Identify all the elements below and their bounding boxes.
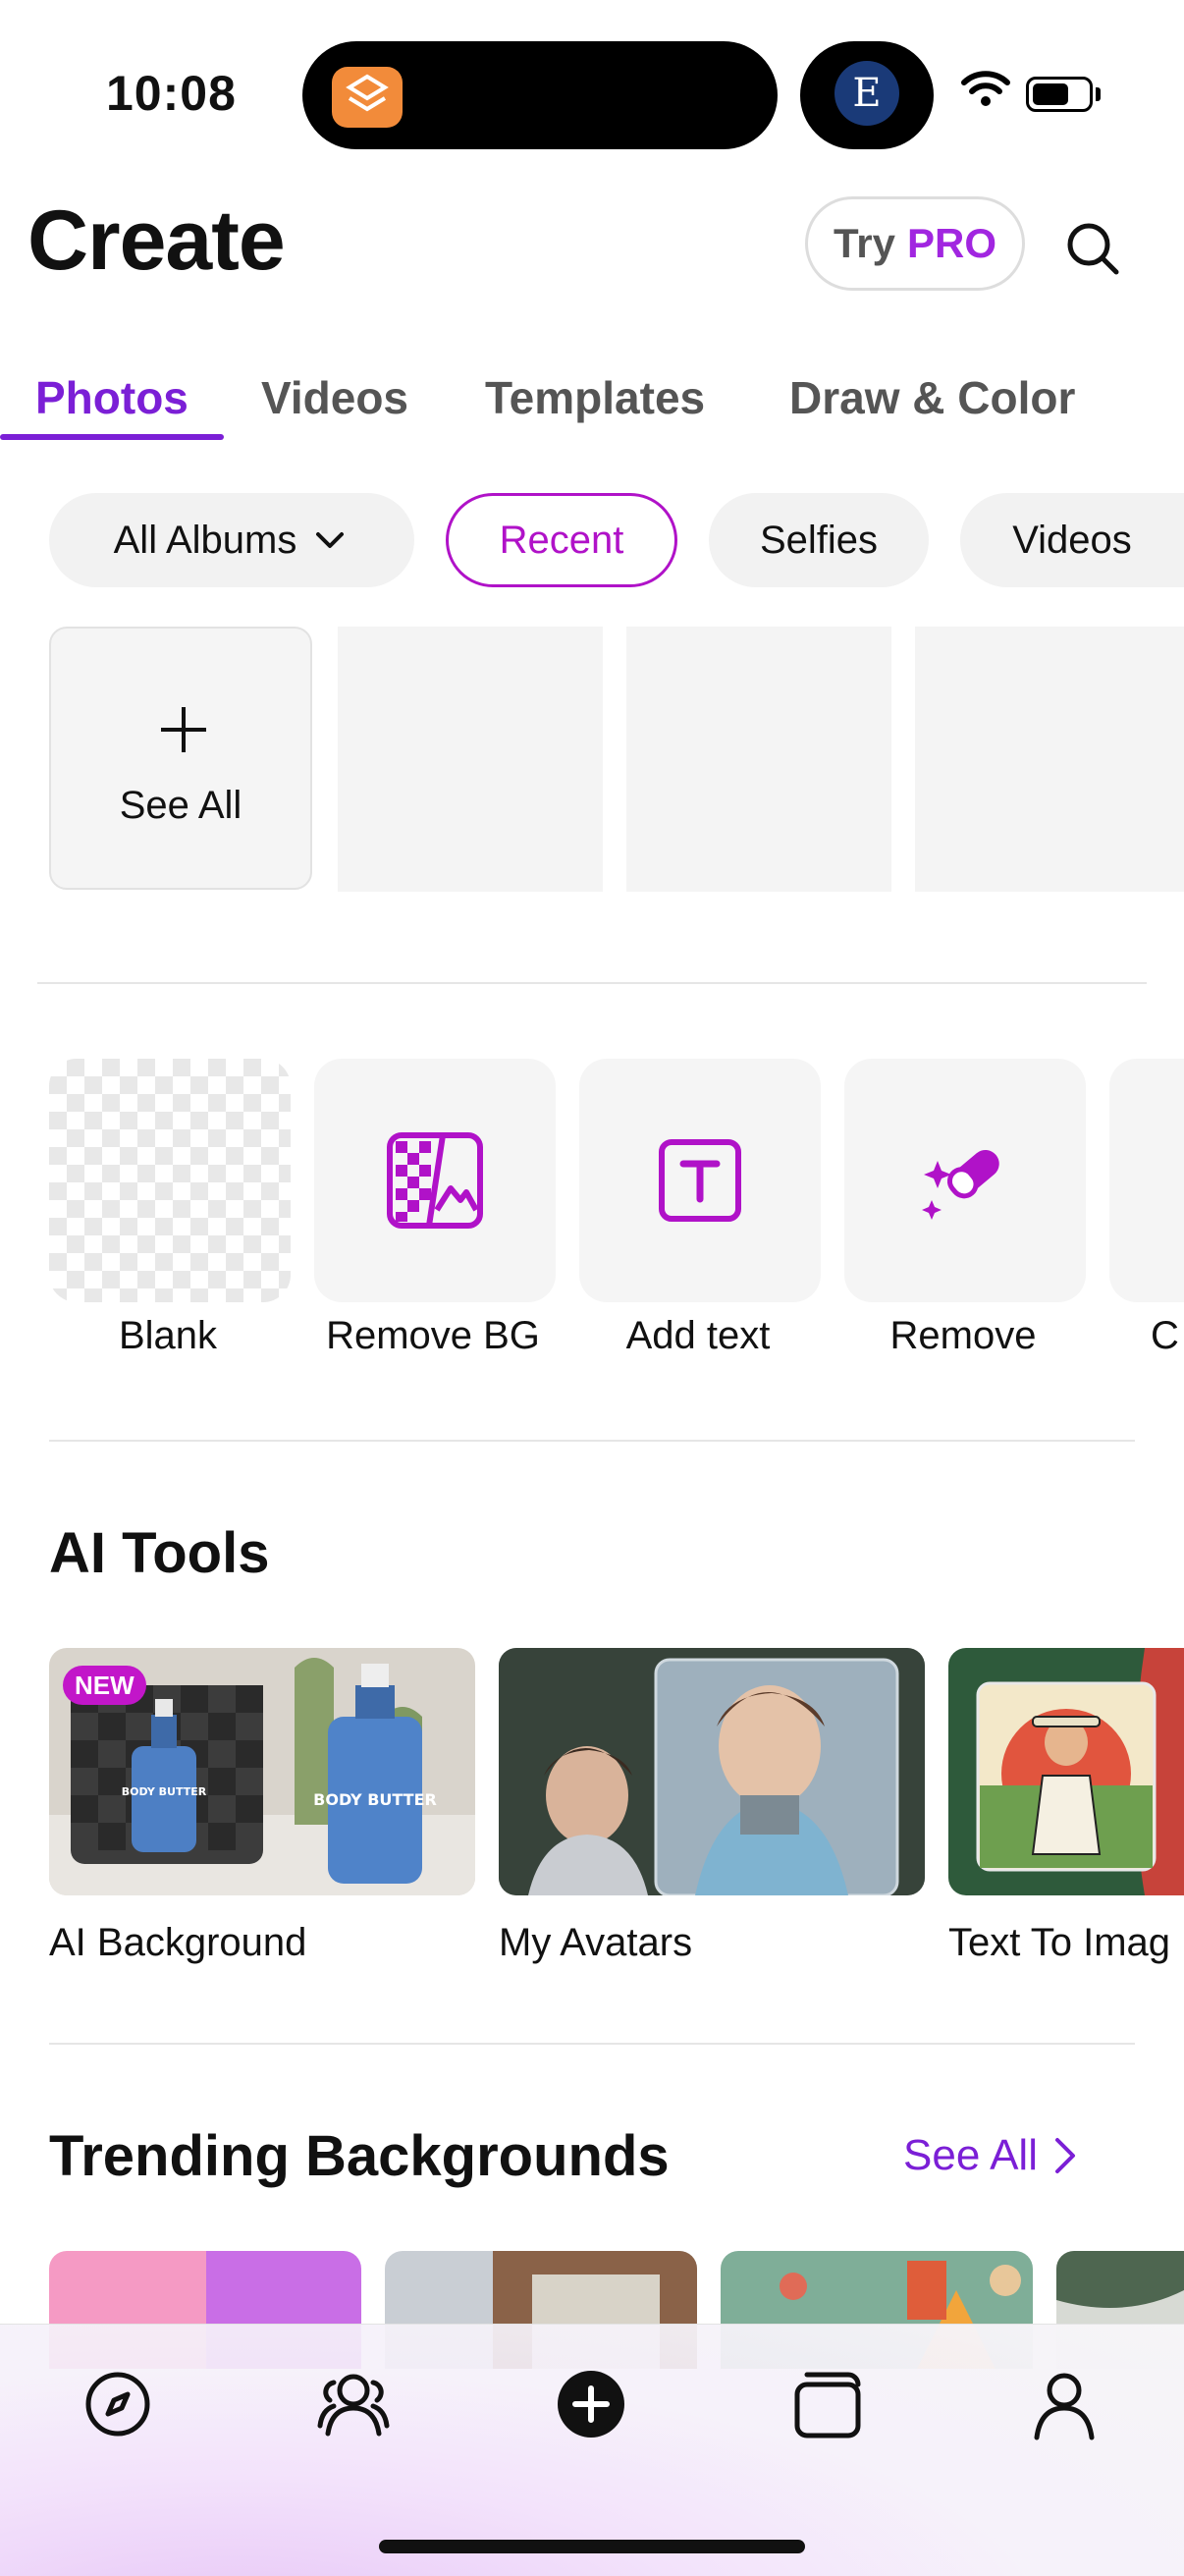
eraser-sparkle-icon [922,1150,999,1220]
album-art-icon: E [834,61,899,126]
see-all-tile[interactable]: See All [49,627,312,890]
battery-tip [1096,87,1101,101]
recent-photo-thumbnail[interactable] [338,627,603,892]
section-title-trending-backgrounds: Trending Backgrounds [49,2124,670,2188]
product-label-text: BODY BUTTER [122,1785,207,1798]
recent-photo-thumbnail[interactable] [626,627,891,892]
section-title-ai-tools: AI Tools [49,1521,270,1585]
status-time: 10:08 [106,66,237,121]
pro-label: PRO [907,220,997,266]
wifi-icon [960,69,1011,113]
chevron-down-icon [316,532,345,548]
more-tool-tile[interactable] [1109,1059,1184,1302]
blank-tool-tile[interactable] [49,1059,291,1302]
remove-bg-icon [387,1132,483,1229]
projects-icon[interactable] [785,2363,868,2445]
profile-icon[interactable] [1023,2363,1105,2445]
remove-tool-tile[interactable] [844,1059,1086,1302]
tab-templates[interactable]: Templates [485,371,705,424]
chip-videos[interactable]: Videos [960,493,1184,587]
chip-all-albums[interactable]: All Albums [49,493,414,587]
see-all-link-label: See All [903,2131,1038,2179]
search-icon[interactable] [1058,214,1129,285]
recent-photo-thumbnail[interactable] [915,627,1184,892]
tab-photos[interactable]: Photos [35,371,188,424]
create-icon[interactable] [550,2363,632,2445]
try-label: Try [833,220,896,266]
tool-label: Blank [118,1314,218,1357]
see-all-label: See All [119,784,242,827]
tab-videos[interactable]: Videos [261,371,408,424]
active-tab-indicator [0,434,224,440]
divider [49,1440,1135,1442]
ai-tool-label: My Avatars [499,1921,693,1964]
remove-bg-tool-tile[interactable] [314,1059,556,1302]
divider [49,2043,1135,2045]
ai-tool-label: AI Background [49,1921,307,1964]
shortcuts-app-icon [332,67,403,128]
home-indicator[interactable] [379,2540,805,2553]
add-text-tool-tile[interactable] [579,1059,821,1302]
tool-label: Add text [625,1314,771,1357]
product-label-text: BODY BUTTER [313,1790,437,1809]
people-icon[interactable] [312,2363,395,2445]
tool-label: C [1151,1314,1179,1357]
tool-label: Remove [889,1314,1037,1357]
try-pro-button[interactable]: Try PRO [805,196,1025,291]
chip-recent[interactable]: Recent [446,493,677,587]
text-box-icon [659,1139,741,1222]
page-title: Create [27,193,286,288]
tab-draw-color[interactable]: Draw & Color [789,371,1075,424]
plus-icon [159,695,208,766]
chevron-right-icon [1054,2138,1075,2173]
bottom-tab-bar [0,2324,1184,2576]
my-avatars-card[interactable] [499,1648,925,1895]
battery-icon [1026,77,1093,112]
compass-icon[interactable] [77,2363,159,2445]
tool-label: Remove BG [326,1314,540,1357]
see-all-link[interactable]: See All [903,2131,1077,2180]
new-badge: NEW [63,1666,146,1705]
chip-selfies[interactable]: Selfies [709,493,929,587]
text-to-image-card[interactable] [948,1648,1184,1895]
divider [37,982,1147,984]
chip-label: All Albums [113,518,297,562]
ai-tool-label: Text To Imag [948,1921,1171,1964]
